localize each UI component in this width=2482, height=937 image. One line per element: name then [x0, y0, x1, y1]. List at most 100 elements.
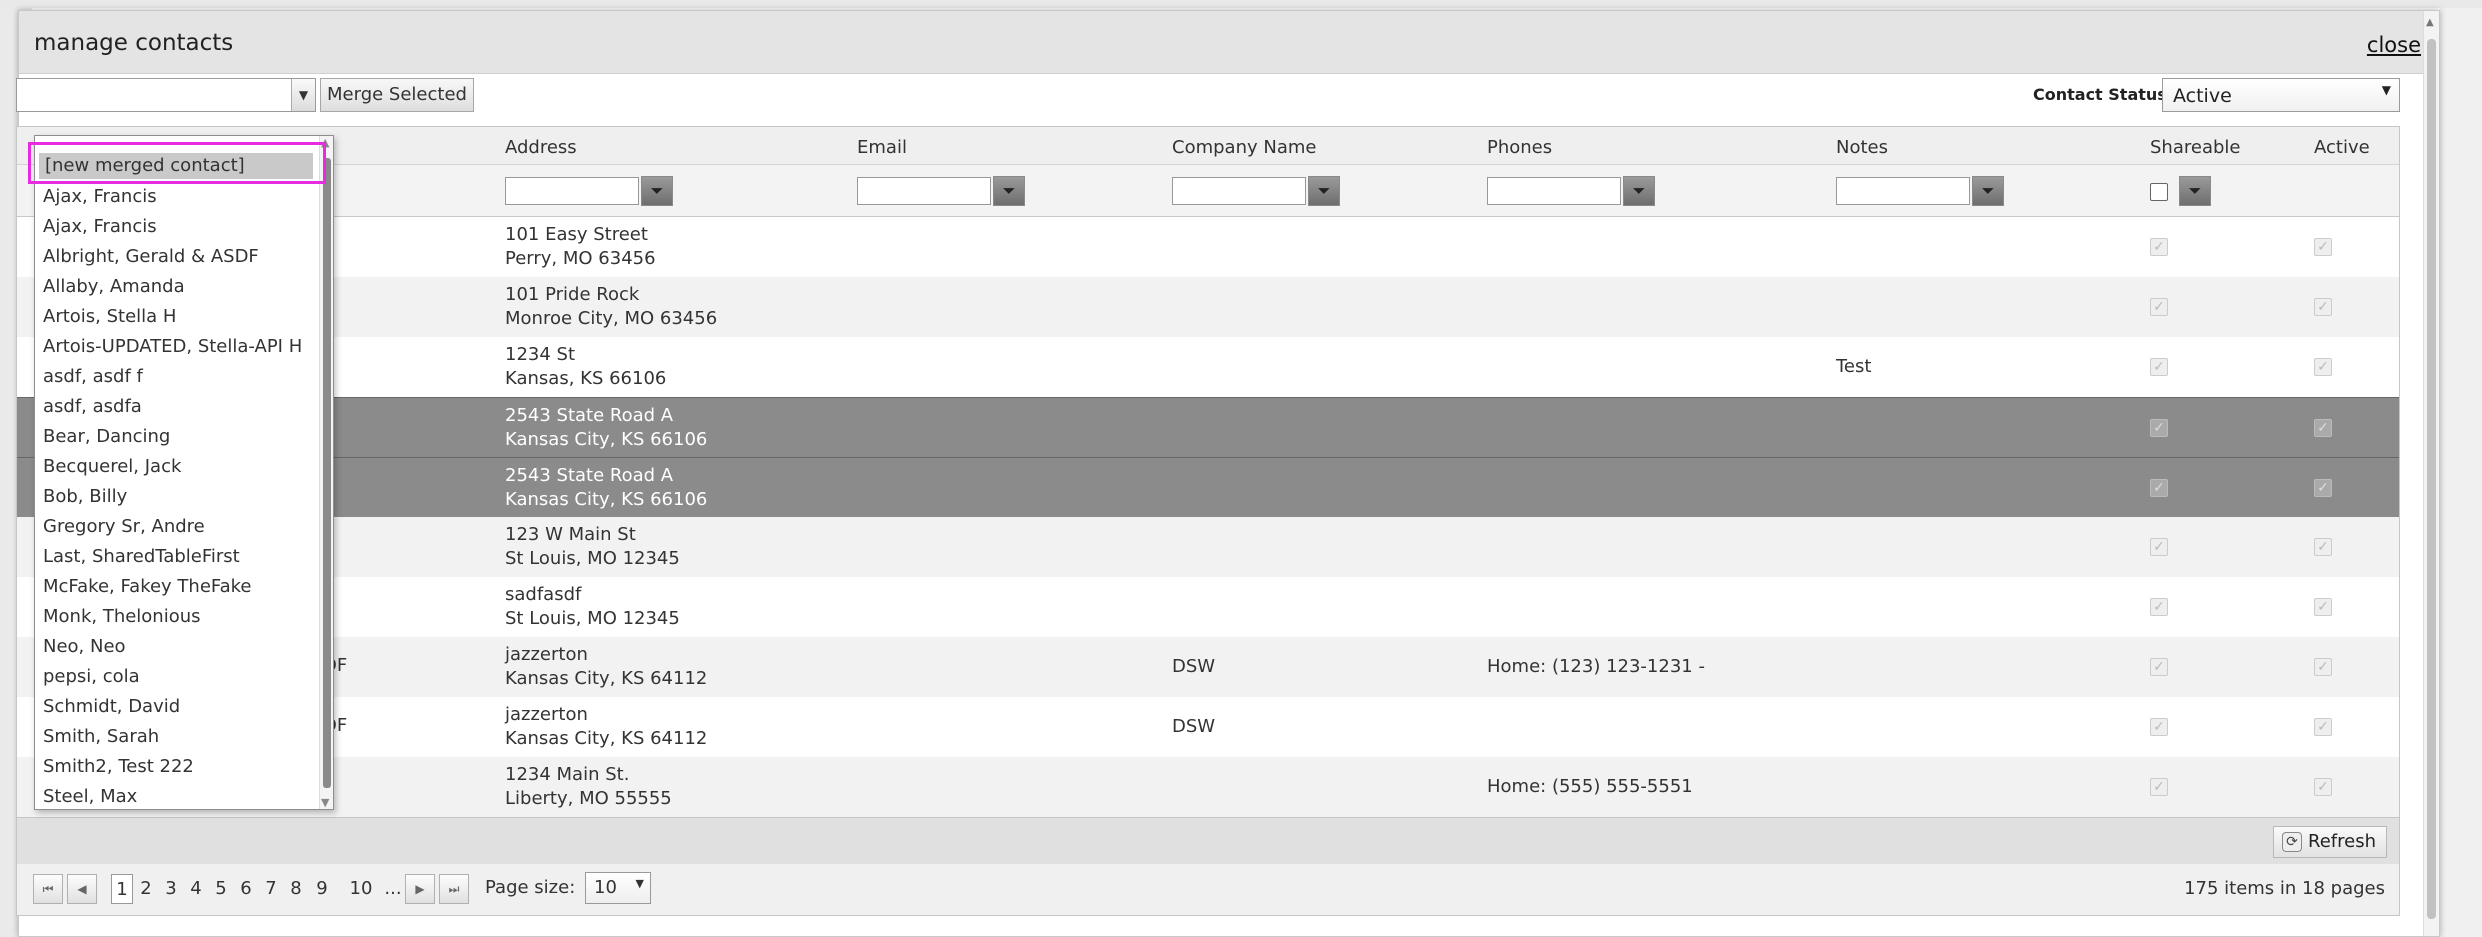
company-filter-input[interactable] — [1172, 177, 1306, 205]
scroll-up-arrow-icon[interactable]: ▲ — [2426, 17, 2434, 28]
page-number-link[interactable]: ... — [379, 874, 407, 904]
page-number-link[interactable]: 6 — [237, 874, 255, 904]
list-item[interactable]: Ajax, Francis — [43, 186, 157, 207]
table-row[interactable]: 123 W Main St St Louis, MO 12345 ✓ ✓ — [17, 517, 2399, 577]
last-page-icon[interactable]: ⏭ — [439, 874, 469, 904]
table-row[interactable]: DF jazzerton Kansas City, KS 64112 DSW ✓ ✓ — [17, 697, 2399, 757]
merge-target-combobox[interactable]: ▼ — [16, 78, 316, 112]
list-item[interactable]: Ajax, Francis — [43, 216, 157, 237]
notes-filter-input[interactable] — [1836, 177, 1970, 205]
page-number-link[interactable]: 2 — [137, 874, 155, 904]
table-row[interactable]: 2543 State Road A Kansas City, KS 66106 ✓ ✓ — [17, 457, 2399, 517]
filter-icon[interactable]: ⏷ — [1972, 176, 2004, 206]
table-row[interactable]: sadfasdf St Louis, MO 12345 ✓ ✓ — [17, 577, 2399, 637]
first-page-icon[interactable]: ⏮ — [33, 874, 63, 904]
column-header-shareable[interactable]: Shareable — [2150, 137, 2240, 158]
list-item[interactable]: Artois-UPDATED, Stella-API H — [43, 336, 302, 357]
page-number-link[interactable]: 3 — [162, 874, 180, 904]
list-item[interactable]: Last, SharedTableFirst — [43, 546, 240, 567]
list-item[interactable]: asdf, asdf f — [43, 366, 143, 387]
column-header-company[interactable]: Company Name — [1172, 137, 1316, 158]
list-item[interactable]: Bear, Dancing — [43, 426, 170, 447]
phones-filter-input[interactable] — [1487, 177, 1621, 205]
list-item[interactable]: McFake, Fakey TheFake — [43, 576, 252, 597]
address-line-2: Monroe City, MO 63456 — [505, 308, 718, 329]
column-header-active[interactable]: Active — [2314, 137, 2370, 158]
dialog-scrollbar[interactable]: ▲ — [2423, 11, 2439, 936]
page-size-select[interactable]: 10 ▼ — [585, 872, 651, 904]
list-item[interactable]: Gregory Sr, Andre — [43, 516, 205, 537]
page-number-link[interactable]: 10 — [347, 874, 375, 904]
filter-icon[interactable]: ⏷ — [1623, 176, 1655, 206]
page-size-value: 10 — [594, 877, 617, 898]
active-checkbox: ✓ — [2314, 658, 2332, 676]
background-app-strip — [0, 0, 2482, 8]
next-page-icon[interactable]: ▶ — [405, 874, 435, 904]
email-filter-input[interactable] — [857, 177, 991, 205]
page-number-link[interactable]: 7 — [262, 874, 280, 904]
dialog-scroll-thumb[interactable] — [2427, 39, 2436, 919]
list-item[interactable]: Monk, Thelonious — [43, 606, 201, 627]
filter-icon[interactable]: ⏷ — [1308, 176, 1340, 206]
list-item[interactable]: Smith2, Test 222 — [43, 756, 194, 777]
dropdown-scrollbar[interactable]: ▲ ▼ — [319, 136, 333, 809]
contact-status-select[interactable]: Active ▼ — [2162, 78, 2400, 112]
table-row[interactable]: 101 Easy Street Perry, MO 63456 ✓ ✓ — [17, 217, 2399, 277]
pager-info: 175 items in 18 pages — [2184, 878, 2385, 899]
merge-target-dropdown-list: [new merged contact] Ajax, Francis Ajax, F… — [34, 135, 334, 810]
address-line-1: jazzerton — [505, 644, 588, 665]
list-item[interactable]: asdf, asdfa — [43, 396, 142, 417]
page-number-link[interactable]: 1 — [111, 874, 133, 904]
list-item[interactable]: Artois, Stella H — [43, 306, 176, 327]
list-item[interactable]: Schmidt, David — [43, 696, 180, 717]
address-line-2: Kansas City, KS 66106 — [505, 489, 708, 510]
list-item[interactable]: Albright, Gerald & ASDF — [43, 246, 259, 267]
refresh-button[interactable]: ⟳ Refresh — [2273, 826, 2387, 858]
filter-icon[interactable]: ⏷ — [641, 176, 673, 206]
company-cell: DSW — [1172, 716, 1216, 737]
grid-footer: ⟳ Refresh — [17, 817, 2399, 865]
phones-cell: Home: (555) 555-5551 — [1487, 776, 1693, 797]
column-header-notes[interactable]: Notes — [1836, 137, 1888, 158]
active-checkbox: ✓ — [2314, 419, 2332, 437]
page-number-link[interactable]: 8 — [287, 874, 305, 904]
dropdown-scroll-thumb[interactable] — [323, 158, 331, 788]
list-item[interactable]: Bob, Billy — [43, 486, 127, 507]
filter-icon[interactable]: ⏷ — [993, 176, 1025, 206]
list-item[interactable]: Smith, Sarah — [43, 726, 159, 747]
merge-selected-button[interactable]: Merge Selected — [320, 78, 474, 112]
table-row[interactable]: 101 Pride Rock Monroe City, MO 63456 ✓ ✓ — [17, 277, 2399, 337]
list-item[interactable]: Neo, Neo — [43, 636, 126, 657]
address-filter-input[interactable] — [505, 177, 639, 205]
page-number-link[interactable]: 9 — [313, 874, 331, 904]
table-row[interactable]: DF jazzerton Kansas City, KS 64112 DSW Home:… — [17, 637, 2399, 697]
list-item[interactable]: Becquerel, Jack — [43, 456, 181, 477]
shareable-checkbox: ✓ — [2150, 298, 2168, 316]
column-header-phones[interactable]: Phones — [1487, 137, 1552, 158]
active-checkbox: ✓ — [2314, 778, 2332, 796]
table-row[interactable]: 1234 St Kansas, KS 66106 Test ✓ ✓ — [17, 337, 2399, 397]
phones-cell: Home: (123) 123-1231 - — [1487, 656, 1705, 677]
page-size-label: Page size: — [485, 877, 576, 898]
notes-cell: Test — [1836, 356, 1872, 377]
page-number-link[interactable]: 5 — [212, 874, 230, 904]
refresh-label: Refresh — [2308, 831, 2376, 852]
table-row[interactable]: 2543 State Road A Kansas City, KS 66106 ✓ ✓ — [17, 397, 2399, 457]
list-item[interactable]: pepsi, cola — [43, 666, 140, 687]
chevron-down-icon[interactable]: ▼ — [291, 79, 315, 111]
list-item[interactable]: Steel, Max — [43, 786, 137, 807]
contacts-grid: Address Email Company Name Phones Notes … — [16, 126, 2400, 865]
grid-header: Address Email Company Name Phones Notes … — [17, 127, 2399, 165]
close-link[interactable]: close — [2367, 33, 2421, 57]
list-item[interactable]: Allaby, Amanda — [43, 276, 185, 297]
scroll-down-arrow-icon[interactable]: ▼ — [321, 796, 329, 809]
previous-page-icon[interactable]: ◀ — [67, 874, 97, 904]
address-line-2: Kansas, KS 66106 — [505, 368, 667, 389]
table-row[interactable]: 1234 Main St. Liberty, MO 55555 Home: (555… — [17, 757, 2399, 817]
shareable-filter-checkbox[interactable] — [2150, 183, 2168, 201]
column-header-email[interactable]: Email — [857, 137, 907, 158]
column-header-address[interactable]: Address — [505, 137, 577, 158]
page-number-link[interactable]: 4 — [187, 874, 205, 904]
address-line-2: Kansas City, KS 64112 — [505, 728, 708, 749]
filter-icon[interactable]: ⏷ — [2179, 176, 2211, 206]
